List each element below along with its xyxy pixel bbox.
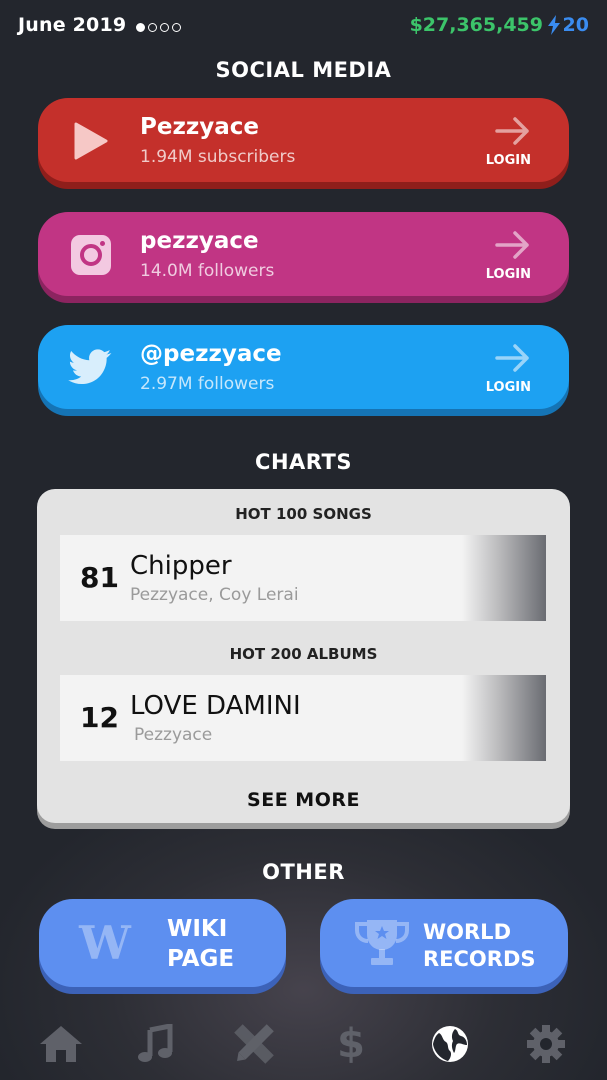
youtube-login-button[interactable]: Pezzyace 1.94M subscribers LOGIN [38,98,569,182]
twitter-followers: 2.97M followers [140,374,275,394]
nav-create[interactable] [228,1018,280,1070]
wiki-page-label: WIKI PAGE [167,916,235,972]
see-more-button[interactable]: SEE MORE [37,789,570,811]
album-artist: Pezzyace [134,725,213,745]
song-artist: Pezzyace, Coy Lerai [130,585,299,605]
youtube-handle: Pezzyace [140,114,259,140]
charts-card: HOT 100 SONGS 81 Chipper Pezzyace, Coy L… [37,489,570,823]
album-rank: 12 [80,701,119,734]
dollar-icon: $ [337,1021,365,1067]
energy-value: 20 [562,14,589,36]
week-dot [160,23,169,32]
world-records-label: WORLD RECORDS [423,920,536,972]
home-icon [40,1026,82,1062]
youtube-subscribers: 1.94M subscribers [140,147,296,167]
charts-title: CHARTS [255,450,352,474]
world-records-button[interactable]: WORLD RECORDS [320,899,568,987]
lightning-icon [547,15,560,35]
energy-counter: 20 [547,14,589,36]
trophy-icon [346,916,418,970]
week-indicator [136,23,181,32]
instagram-login-label: LOGIN [485,267,531,282]
hot-200-header: HOT 200 ALBUMS [229,645,378,663]
week-dot [136,23,145,32]
song-title: Chipper [130,551,232,581]
wiki-page-button[interactable]: W WIKI PAGE [39,899,286,987]
globe-icon [432,1026,468,1062]
arrow-right-icon [495,117,529,145]
song-chart-entry[interactable]: 81 Chipper Pezzyace, Coy Lerai [60,535,546,621]
instagram-icon [68,232,114,278]
youtube-login-label: LOGIN [485,153,531,168]
twitter-handle: @pezzyace [140,341,282,367]
date-label: June 2019 [18,14,127,36]
song-cover-art [462,535,546,621]
nav-home[interactable] [35,1018,87,1070]
nav-settings[interactable] [520,1018,572,1070]
album-title: LOVE DAMINI [130,691,301,721]
pencil-ruler-icon [234,1024,274,1064]
nav-music[interactable] [130,1018,182,1070]
other-title: OTHER [262,860,345,884]
week-dot [172,23,181,32]
twitter-login-label: LOGIN [485,380,531,395]
hot-100-header: HOT 100 SONGS [235,505,372,523]
social-media-title: SOCIAL MEDIA [215,58,392,82]
instagram-login-button[interactable]: pezzyace 14.0M followers LOGIN [38,212,569,296]
week-dot [148,23,157,32]
money-balance: $27,365,459 [409,14,543,36]
play-icon [68,118,114,164]
twitter-bird-icon [68,345,114,391]
arrow-right-icon [495,344,529,372]
instagram-handle: pezzyace [140,228,259,254]
music-note-icon [138,1024,173,1062]
nav-finance[interactable]: $ [325,1018,377,1070]
instagram-followers: 14.0M followers [140,261,275,281]
wikipedia-icon: W [79,916,131,970]
nav-world[interactable] [424,1018,476,1070]
arrow-right-icon [495,231,529,259]
gear-icon [527,1025,565,1063]
twitter-login-button[interactable]: @pezzyace 2.97M followers LOGIN [38,325,569,409]
song-rank: 81 [80,561,119,594]
bottom-navigation: $ [0,1018,607,1070]
album-cover-art [462,675,546,761]
album-chart-entry[interactable]: 12 LOVE DAMINI Pezzyace [60,675,546,761]
status-bar: June 2019 $27,365,459 20 [18,14,589,42]
